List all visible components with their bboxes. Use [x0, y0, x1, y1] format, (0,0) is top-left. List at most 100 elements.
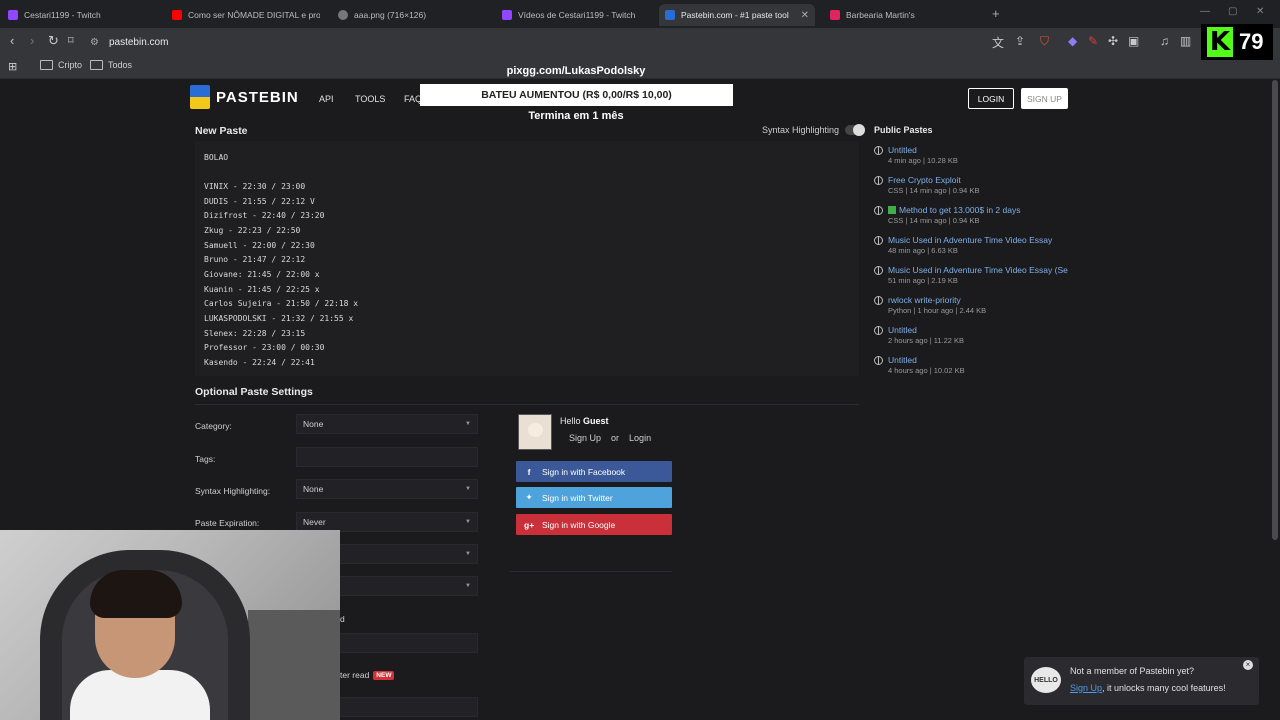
checkmark-icon: [888, 206, 896, 214]
category-value: None: [303, 419, 324, 429]
globe-favicon-icon: [338, 10, 348, 20]
paste-line: DUDIS - 21:55 / 22:12 V: [204, 197, 315, 206]
address-bar[interactable]: ⚙ pastebin.com: [90, 31, 730, 53]
toast-message-rest: , it unlocks many cool features!: [1102, 683, 1226, 693]
paste-line: LUKASPODOLSKI - 21:32 / 21:55 x: [204, 314, 354, 323]
burn-after-read-label[interactable]: ter read NEW: [340, 670, 395, 680]
facebook-icon: f: [527, 466, 531, 477]
nav-api[interactable]: API: [319, 94, 334, 104]
page-scrollbar[interactable]: [1272, 80, 1278, 540]
public-paste-title[interactable]: Untitled: [888, 325, 1068, 335]
pastebin-logo[interactable]: PASTEBIN: [190, 85, 299, 109]
close-tab-icon[interactable]: ✕: [801, 10, 809, 21]
brave-shield-icon[interactable]: ⛉: [1040, 34, 1049, 49]
translate-icon[interactable]: 文: [992, 34, 1004, 51]
public-paste-meta: 48 min ago | 6.63 KB: [888, 246, 958, 255]
hello-guest: Hello Guest: [560, 416, 609, 426]
tags-label: Tags:: [195, 454, 216, 464]
paste-line: Giovane: 21:45 / 22:00 x: [204, 270, 320, 279]
tags-input[interactable]: [296, 447, 478, 467]
toggle-switch-icon[interactable]: [845, 124, 866, 136]
paste-line: Bruno - 21:47 / 22:12: [204, 255, 306, 264]
paste-textarea[interactable]: BOLAO VINIX - 22:30 / 23:00 DUDIS - 21:5…: [195, 141, 859, 376]
public-paste-meta: 51 min ago | 2.19 KB: [888, 276, 958, 285]
paste-line: Carlos Sujeira - 21:50 / 22:18 x: [204, 299, 359, 308]
syntax-select[interactable]: None ▼: [296, 479, 478, 499]
tab-title: Cestari1199 - Twitch: [24, 10, 101, 20]
optional-settings-heading: Optional Paste Settings: [195, 386, 313, 398]
toast-question: Not a member of Pastebin yet?: [1070, 666, 1195, 676]
globe-icon: [874, 206, 883, 215]
tab-title: Barbearia Martin's: [846, 10, 915, 20]
barbearia-favicon-icon: [830, 10, 840, 20]
screenshot-icon[interactable]: ▣: [1128, 34, 1139, 48]
tab-youtube[interactable]: Como ser NÔMADE DIGITAL e progr...: [172, 4, 320, 26]
public-paste-title[interactable]: Method to get 13.000$ in 2 days: [888, 205, 1068, 215]
close-icon[interactable]: ×: [1243, 660, 1253, 670]
public-paste-title[interactable]: Untitled: [888, 355, 1068, 365]
public-paste-meta: 2 hours ago | 11.22 KB: [888, 336, 965, 345]
minimize-icon[interactable]: —: [1200, 6, 1210, 17]
logo-text: PASTEBIN: [216, 88, 299, 106]
chevron-down-icon: ▼: [465, 486, 471, 492]
tab-twitch-videos[interactable]: Vídeos de Cestari1199 - Twitch: [502, 4, 652, 26]
pastebin-favicon-icon: [665, 10, 675, 20]
chevron-down-icon: ▼: [465, 583, 471, 589]
extension-icon[interactable]: ✎: [1088, 34, 1098, 48]
extension-icon[interactable]: ◆: [1068, 34, 1077, 48]
public-paste-title[interactable]: Free Crypto Exploit: [888, 175, 1068, 185]
public-paste-title[interactable]: Music Used in Adventure Time Video Essay…: [888, 265, 1068, 275]
expiration-select[interactable]: Never ▼: [296, 512, 478, 532]
public-paste-title[interactable]: Music Used in Adventure Time Video Essay: [888, 235, 1068, 245]
google-label: Sign in with Google: [542, 519, 616, 530]
new-tab-icon[interactable]: +: [992, 6, 1000, 21]
guest-signup-link[interactable]: Sign Up: [569, 433, 601, 443]
category-label: Category:: [195, 421, 232, 431]
globe-icon: [874, 326, 883, 335]
tab-pastebin[interactable]: Pastebin.com - #1 paste tool sin... ✕: [659, 4, 815, 26]
hello-bubble-icon: HELLO: [1031, 667, 1061, 693]
back-icon[interactable]: ‹: [10, 34, 14, 48]
category-select[interactable]: None ▼: [296, 414, 478, 434]
extensions-puzzle-icon[interactable]: ✣: [1108, 34, 1118, 48]
site-info-icon[interactable]: ⚙: [90, 37, 99, 48]
public-paste-title[interactable]: Untitled: [888, 145, 1068, 155]
webcam-background: [248, 610, 340, 720]
password-label-fragment: d: [340, 614, 345, 624]
pastebin-logo-icon: [190, 85, 210, 109]
paste-line: Kasendo - 22:24 / 22:41: [204, 358, 315, 367]
sign-in-google-button[interactable]: g+ Sign in with Google: [516, 514, 672, 535]
public-paste-meta: Python | 1 hour ago | 2.44 KB: [888, 306, 987, 315]
paste-line: Professor - 23:00 / 00:30: [204, 343, 325, 352]
maximize-icon[interactable]: ▢: [1228, 6, 1237, 17]
browser-toolbar: ‹ › ↻ ⌑ ⚙ pastebin.com 文 ⇪ ⛉ ◆ ✎ ✣ ▣ ♫ ▥: [0, 28, 1280, 56]
webcam-person-hair: [90, 570, 182, 618]
toast-signup-link[interactable]: Sign Up: [1070, 683, 1102, 693]
sign-in-twitter-button[interactable]: ✦ Sign in with Twitter: [516, 487, 672, 508]
tab-barbearia[interactable]: Barbearia Martin's: [830, 4, 980, 26]
hello-text: Hello: [560, 416, 581, 426]
globe-icon: [874, 236, 883, 245]
viewer-count: 79: [1239, 29, 1264, 54]
sign-in-facebook-button[interactable]: f Sign in with Facebook: [516, 461, 672, 482]
syntax-highlighting-toggle[interactable]: Syntax Highlighting: [762, 124, 866, 136]
nav-tools[interactable]: TOOLS: [355, 94, 385, 104]
facebook-label: Sign in with Facebook: [542, 466, 626, 477]
signup-button[interactable]: SIGN UP: [1021, 88, 1068, 109]
sidebar-icon[interactable]: ▥: [1180, 34, 1191, 48]
public-paste-title[interactable]: rwlock write-priority: [888, 295, 1068, 305]
login-button[interactable]: LOGIN: [968, 88, 1014, 109]
tab-title: aaa.png (716×126): [354, 10, 427, 20]
close-window-icon[interactable]: ✕: [1256, 6, 1264, 17]
forward-icon[interactable]: ›: [30, 34, 34, 48]
syntax-value: None: [303, 484, 324, 494]
share-icon[interactable]: ⇪: [1015, 34, 1025, 48]
tab-image[interactable]: aaa.png (716×126): [338, 4, 488, 26]
paste-line: VINIX - 22:30 / 23:00: [204, 182, 306, 191]
reload-icon[interactable]: ↻: [48, 34, 59, 48]
signup-toast: HELLO Not a member of Pastebin yet? Sign…: [1024, 657, 1259, 705]
media-icon[interactable]: ♫: [1160, 34, 1169, 48]
bookmark-icon[interactable]: ⌑: [68, 34, 74, 48]
guest-login-link[interactable]: Login: [629, 433, 651, 443]
tab-twitch-channel[interactable]: Cestari1199 - Twitch: [8, 4, 158, 26]
